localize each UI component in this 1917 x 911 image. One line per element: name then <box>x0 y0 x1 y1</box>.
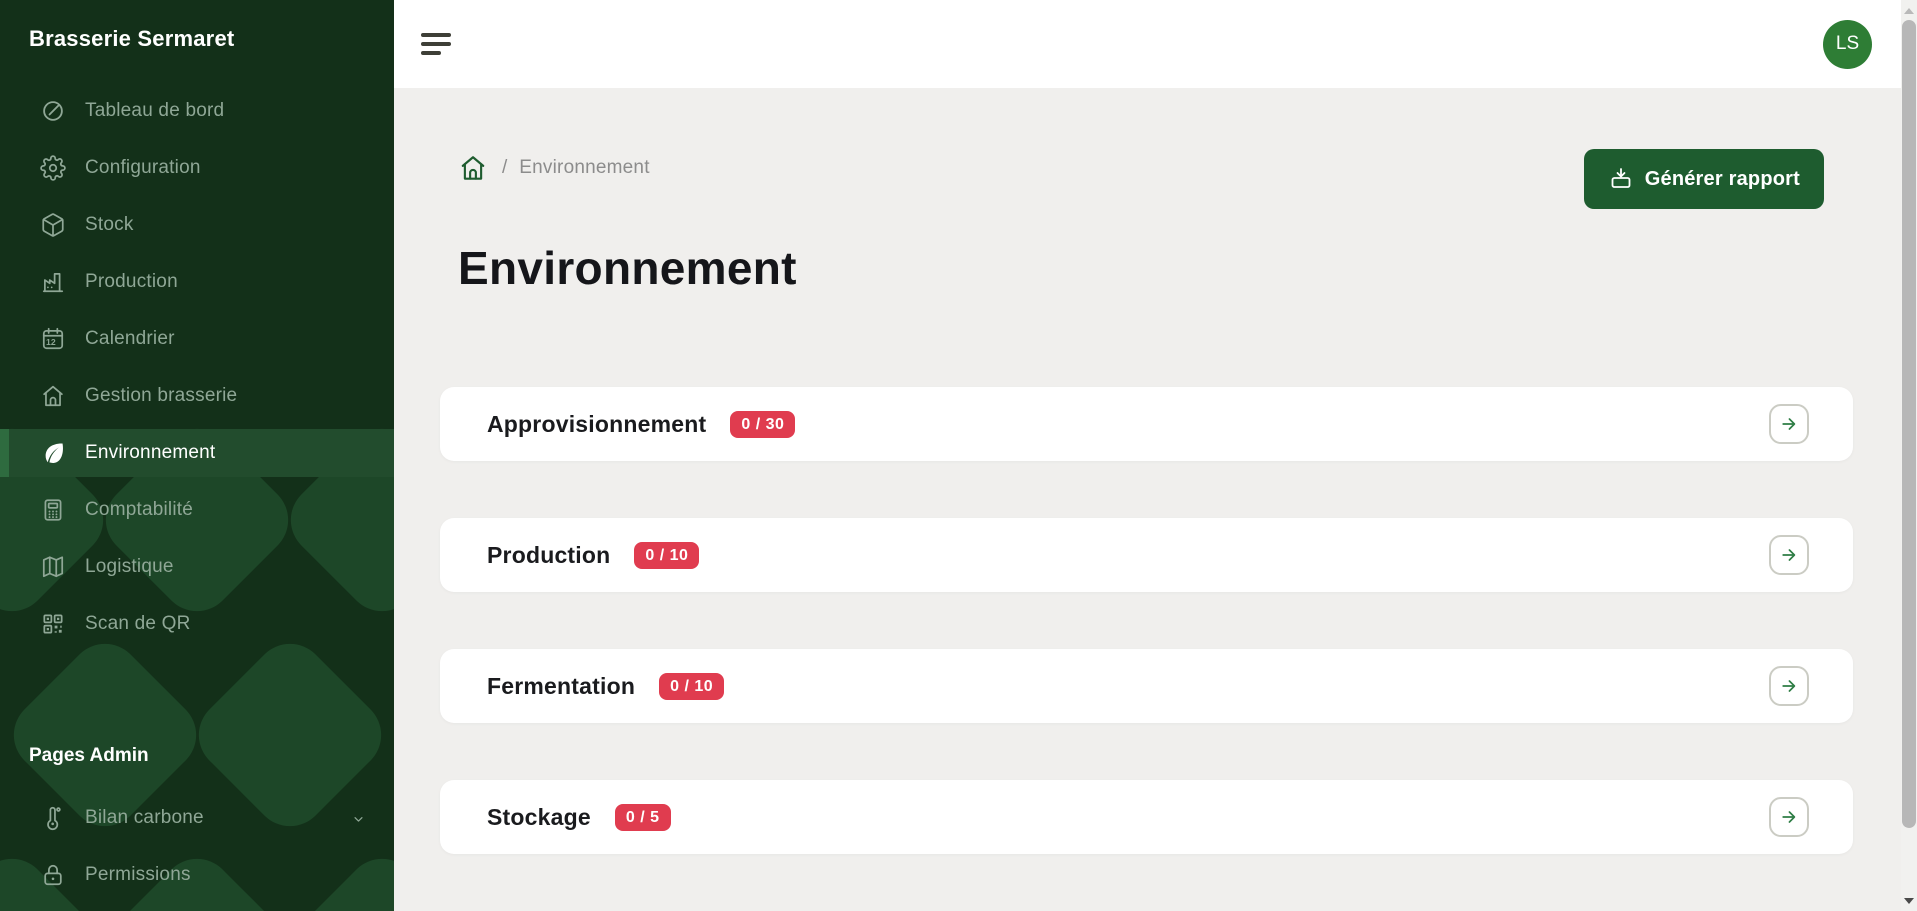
arrow-right-icon <box>1779 807 1799 827</box>
topbar: LS <box>394 0 1917 88</box>
svg-text:12: 12 <box>46 337 56 347</box>
gauge-icon <box>40 98 66 124</box>
admin-section-heading: Pages Admin <box>0 745 394 767</box>
home-icon <box>40 383 66 409</box>
category-card-production[interactable]: Production 0 / 10 <box>440 518 1853 592</box>
factory-icon <box>40 269 66 295</box>
generate-report-label: Générer rapport <box>1645 168 1800 191</box>
sidebar-item-stock[interactable]: Stock <box>0 201 394 249</box>
sidebar-item-calendrier[interactable]: 12 Calendrier <box>0 315 394 363</box>
user-avatar[interactable]: LS <box>1823 20 1872 69</box>
sidebar-item-configuration[interactable]: Configuration <box>0 144 394 192</box>
scrollbar-thumb[interactable] <box>1902 20 1916 828</box>
category-title: Stockage <box>487 804 591 831</box>
category-card-stockage[interactable]: Stockage 0 / 5 <box>440 780 1853 854</box>
menu-toggle-button[interactable] <box>421 33 451 55</box>
app-title: Brasserie Sermaret <box>0 0 394 52</box>
main-area: LS / Environnement Générer rapport Envir… <box>394 0 1917 911</box>
sidebar-item-tableau-de-bord[interactable]: Tableau de bord <box>0 87 394 135</box>
category-list: Approvisionnement 0 / 30 Production 0 / … <box>440 387 1853 854</box>
sidebar-nav: Tableau de bord Configuration Stock Prod… <box>0 87 394 648</box>
sidebar-item-scan-de-qr[interactable]: Scan de QR <box>0 600 394 648</box>
page-content: / Environnement Générer rapport Environn… <box>394 88 1917 911</box>
map-icon <box>40 554 66 580</box>
sidebar-item-comptabilite[interactable]: Comptabilité <box>0 486 394 534</box>
chevron-down-icon[interactable] <box>351 812 366 827</box>
page-title: Environnement <box>458 239 1853 297</box>
sidebar-item-label: Tableau de bord <box>85 100 224 122</box>
sidebar-item-label: Bilan carbone <box>85 807 204 829</box>
page-scrollbar <box>1901 0 1917 911</box>
scroll-down-arrow[interactable] <box>1904 898 1914 904</box>
sidebar-item-environnement[interactable]: Environnement <box>0 429 394 477</box>
sidebar-item-label: Scan de QR <box>85 613 191 635</box>
open-category-button[interactable] <box>1769 797 1809 837</box>
sidebar-item-logistique[interactable]: Logistique <box>0 543 394 591</box>
sidebar: Brasserie Sermaret Tableau de bord Confi… <box>0 0 394 911</box>
sidebar-item-label: Gestion brasserie <box>85 385 237 407</box>
calendar-icon: 12 <box>40 326 66 352</box>
arrow-right-icon <box>1779 414 1799 434</box>
sidebar-item-label: Calendrier <box>85 328 175 350</box>
sidebar-item-label: Logistique <box>85 556 174 578</box>
home-icon[interactable] <box>458 153 488 183</box>
qr-code-icon <box>40 611 66 637</box>
generate-report-button[interactable]: Générer rapport <box>1584 149 1824 209</box>
sidebar-item-label: Stock <box>85 214 134 236</box>
progress-badge: 0 / 10 <box>634 542 699 569</box>
category-title: Fermentation <box>487 673 635 700</box>
download-icon <box>1608 166 1634 192</box>
sidebar-item-bilan-carbone[interactable]: Bilan carbone <box>0 794 394 842</box>
open-category-button[interactable] <box>1769 666 1809 706</box>
package-icon <box>40 212 66 238</box>
sidebar-item-label: Production <box>85 271 178 293</box>
category-title: Production <box>487 542 610 569</box>
calculator-icon <box>40 497 66 523</box>
progress-badge: 0 / 10 <box>659 673 724 700</box>
progress-badge: 0 / 30 <box>730 411 795 438</box>
breadcrumb-current: Environnement <box>519 157 649 179</box>
sidebar-item-label: Permissions <box>85 864 191 886</box>
sidebar-item-permissions[interactable]: Permissions <box>0 851 394 899</box>
lock-icon <box>40 862 66 888</box>
category-card-approvisionnement[interactable]: Approvisionnement 0 / 30 <box>440 387 1853 461</box>
hamburger-icon <box>421 33 451 37</box>
breadcrumb: / Environnement <box>458 153 650 183</box>
sidebar-item-gestion-brasserie[interactable]: Gestion brasserie <box>0 372 394 420</box>
breadcrumb-separator: / <box>502 157 507 179</box>
category-card-fermentation[interactable]: Fermentation 0 / 10 <box>440 649 1853 723</box>
arrow-right-icon <box>1779 545 1799 565</box>
sidebar-item-label: Environnement <box>85 442 215 464</box>
thermometer-icon <box>40 805 66 831</box>
leaf-icon <box>40 440 66 466</box>
scroll-up-arrow[interactable] <box>1904 8 1914 14</box>
gear-icon <box>40 155 66 181</box>
category-title: Approvisionnement <box>487 411 706 438</box>
sidebar-item-label: Comptabilité <box>85 499 193 521</box>
sidebar-item-label: Configuration <box>85 157 201 179</box>
sidebar-item-production[interactable]: Production <box>0 258 394 306</box>
progress-badge: 0 / 5 <box>615 804 671 831</box>
open-category-button[interactable] <box>1769 535 1809 575</box>
arrow-right-icon <box>1779 676 1799 696</box>
open-category-button[interactable] <box>1769 404 1809 444</box>
